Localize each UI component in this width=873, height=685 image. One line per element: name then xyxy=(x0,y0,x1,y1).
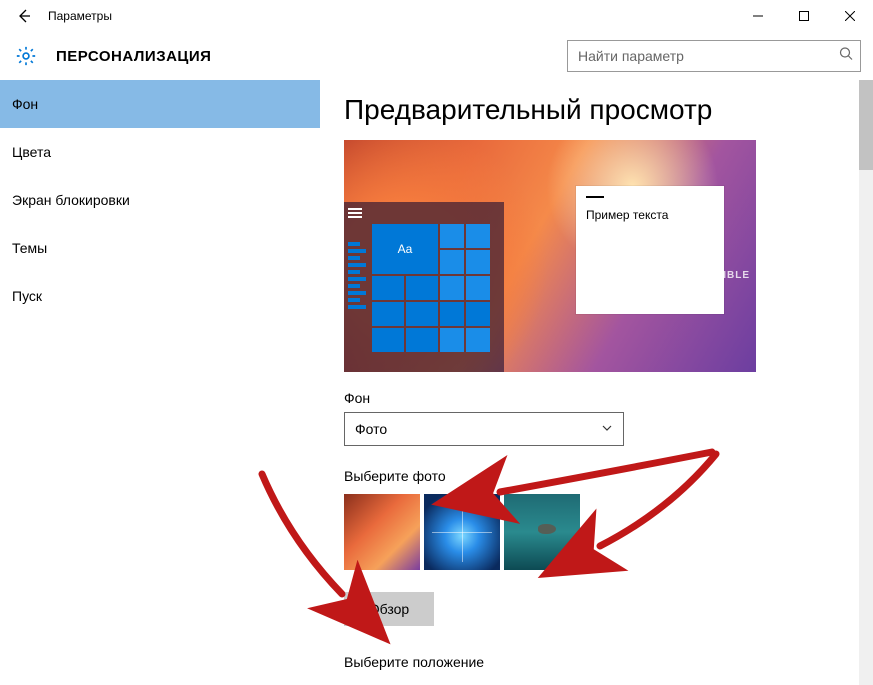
window-title: Параметры xyxy=(48,9,112,23)
search-input[interactable] xyxy=(567,40,861,72)
photo-thumb-2[interactable] xyxy=(424,494,500,570)
window-controls xyxy=(735,0,873,32)
background-label: Фон xyxy=(344,390,835,406)
sidebar-item-label: Темы xyxy=(12,240,47,256)
header-row: ПЕРСОНАЛИЗАЦИЯ xyxy=(0,32,873,80)
preview-sample-window: Пример текста xyxy=(576,186,724,314)
preview-tile-aa: Aa xyxy=(372,224,438,274)
title-bar: Параметры xyxy=(0,0,873,32)
minimize-button[interactable] xyxy=(735,0,781,32)
maximize-icon xyxy=(799,11,809,21)
preview-nav-bars xyxy=(348,242,366,352)
sidebar-item-lockscreen[interactable]: Экран блокировки xyxy=(0,176,320,224)
photo-thumb-1[interactable] xyxy=(344,494,420,570)
preview-heading: Предварительный просмотр xyxy=(344,94,835,126)
scrollbar-thumb[interactable] xyxy=(859,80,873,170)
sidebar-item-label: Фон xyxy=(12,96,38,112)
sidebar-item-background[interactable]: Фон xyxy=(0,80,320,128)
scrollbar-track[interactable] xyxy=(859,80,873,685)
close-button[interactable] xyxy=(827,0,873,32)
preview-tiles: Aa xyxy=(372,224,490,352)
preview-start-menu: Aa xyxy=(344,202,504,372)
hamburger-icon xyxy=(348,208,362,218)
photo-thumb-3[interactable] xyxy=(504,494,580,570)
choose-photo-label: Выберите фото xyxy=(344,468,835,484)
background-type-dropdown[interactable]: Фото xyxy=(344,412,624,446)
gear-icon xyxy=(12,42,40,70)
sidebar-item-label: Пуск xyxy=(12,288,42,304)
section-title: ПЕРСОНАЛИЗАЦИЯ xyxy=(56,48,211,65)
sidebar-item-colors[interactable]: Цвета xyxy=(0,128,320,176)
back-button[interactable] xyxy=(0,0,48,32)
dropdown-value: Фото xyxy=(355,421,387,437)
sidebar-item-label: Цвета xyxy=(12,144,51,160)
browse-button[interactable]: Обзор xyxy=(344,592,434,626)
chevron-down-icon xyxy=(601,421,613,437)
content-pane: Предварительный просмотр EDIBLE Aa xyxy=(320,80,859,685)
sidebar: Фон Цвета Экран блокировки Темы Пуск xyxy=(0,80,320,685)
search-wrap xyxy=(567,40,861,72)
maximize-button[interactable] xyxy=(781,0,827,32)
desktop-preview: EDIBLE Aa xyxy=(344,140,756,372)
sidebar-item-start[interactable]: Пуск xyxy=(0,272,320,320)
close-icon xyxy=(845,11,855,21)
back-arrow-icon xyxy=(16,8,32,24)
sidebar-item-themes[interactable]: Темы xyxy=(0,224,320,272)
preview-sample-text: Пример текста xyxy=(586,208,714,222)
sidebar-item-label: Экран блокировки xyxy=(12,192,130,208)
photo-thumbnails xyxy=(344,494,835,570)
search-icon xyxy=(839,47,853,66)
minimize-icon xyxy=(753,11,763,21)
choose-fit-label: Выберите положение xyxy=(344,654,835,670)
